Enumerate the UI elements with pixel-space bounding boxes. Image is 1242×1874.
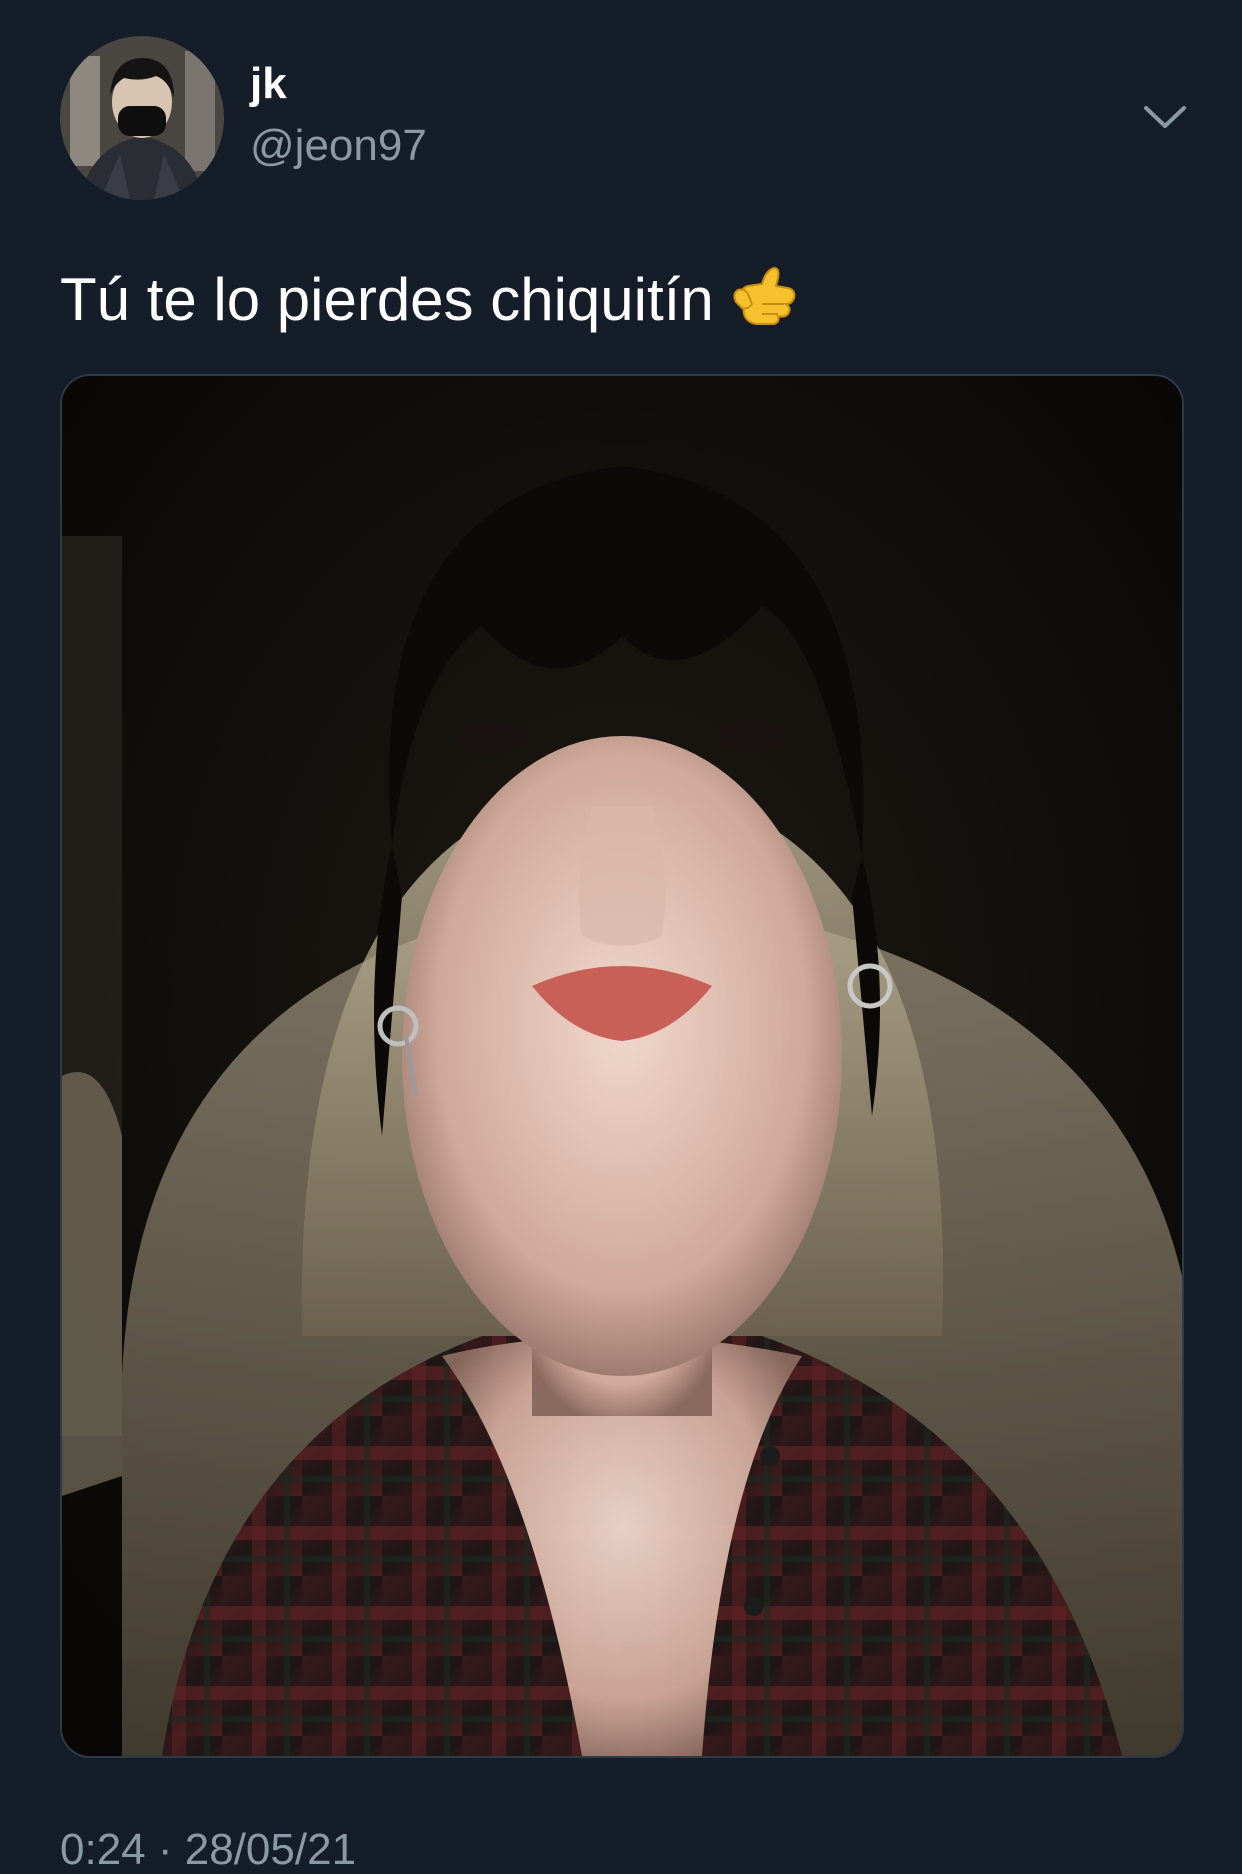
avatar-image (60, 36, 224, 200)
tweet: jk @jeon97 Tú te lo pierdes chiquitín 0:… (0, 0, 1242, 1872)
tweet-date: 28/05/21 (184, 1825, 357, 1874)
selfie-photo (62, 376, 1182, 1756)
tweet-time: 0:24 (60, 1825, 146, 1874)
call-me-hand-emoji-icon (728, 258, 800, 330)
user-handle[interactable]: @jeon97 (250, 124, 427, 168)
chevron-down-icon[interactable] (1140, 98, 1190, 138)
display-name[interactable]: jk (250, 62, 287, 106)
avatar[interactable] (60, 36, 224, 200)
tweet-text-content: Tú te lo pierdes chiquitín (60, 266, 714, 333)
tweet-text: Tú te lo pierdes chiquitín (60, 258, 800, 333)
timestamp-separator: · (157, 1825, 173, 1874)
tweet-media-photo[interactable] (60, 374, 1184, 1758)
tweet-timestamp[interactable]: 0:24 · 28/05/21 (60, 1828, 356, 1872)
